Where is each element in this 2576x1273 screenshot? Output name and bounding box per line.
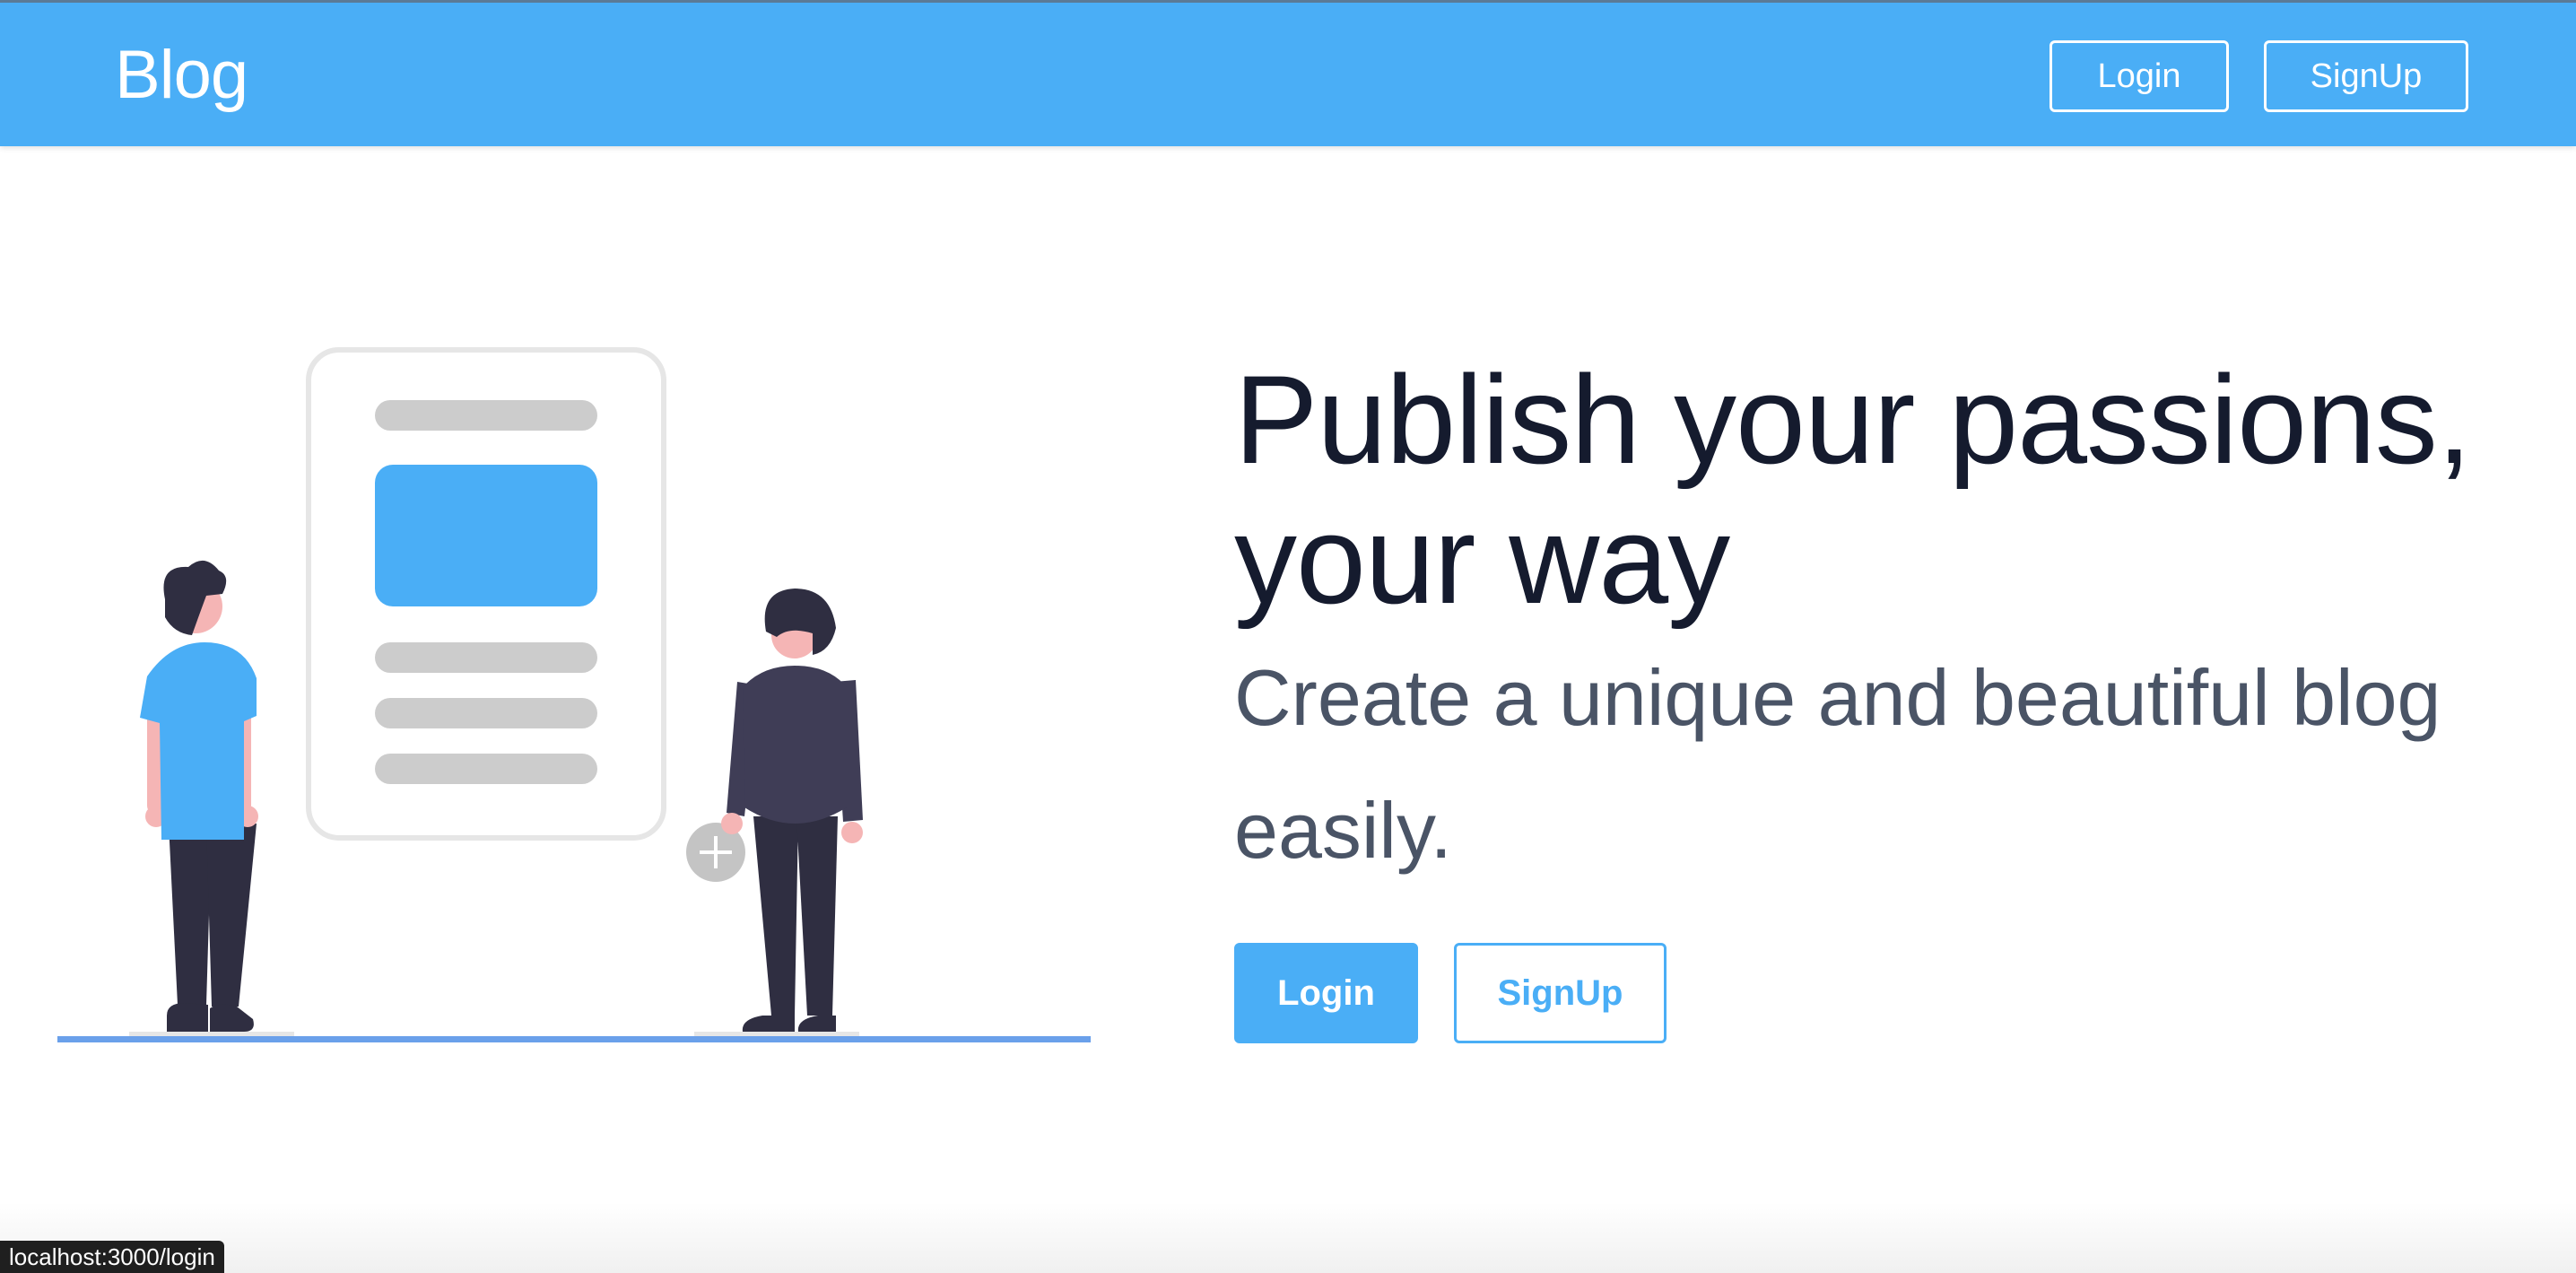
nav-login-button[interactable]: Login bbox=[2049, 40, 2229, 112]
nav-signup-button[interactable]: SignUp bbox=[2264, 40, 2468, 112]
hero-illustration bbox=[57, 347, 1091, 1042]
hero-signup-button[interactable]: SignUp bbox=[1454, 943, 1667, 1043]
ground-line bbox=[57, 1036, 1091, 1042]
brand-logo[interactable]: Blog bbox=[115, 35, 248, 116]
document-card-graphic bbox=[306, 347, 666, 841]
link-status-tooltip: localhost:3000/login bbox=[0, 1241, 224, 1273]
top-navbar: Blog Login SignUp bbox=[0, 0, 2576, 146]
hero-subheadline: Create a unique and beautiful blog easil… bbox=[1234, 653, 2441, 875]
hero-login-button[interactable]: Login bbox=[1234, 943, 1418, 1043]
hero-headline: Publish your passions, your way bbox=[1234, 349, 2472, 630]
bottom-shadow bbox=[0, 1202, 2576, 1273]
person-right-figure bbox=[721, 589, 863, 1032]
person-left-figure bbox=[140, 560, 258, 1032]
